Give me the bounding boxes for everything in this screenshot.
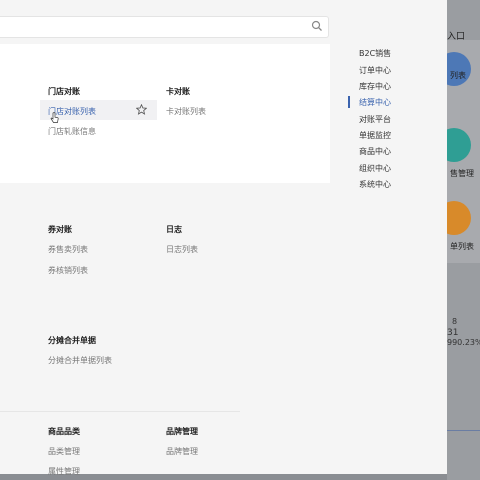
menu-item-coupon-redeem-list[interactable]: 券核销列表 bbox=[48, 265, 88, 276]
side-nav-order-center[interactable]: 订单中心 bbox=[359, 65, 391, 76]
background-stat-1: 8 bbox=[452, 317, 458, 326]
side-nav-product-center[interactable]: 商品中心 bbox=[359, 146, 391, 157]
menu-panel: 门店对账 门店对账列表 门店轧账信息 卡对账 卡对账列表 券对账 券售卖列表 券… bbox=[0, 0, 447, 477]
section-divider bbox=[0, 411, 240, 412]
background-stat-2: 31 bbox=[447, 328, 459, 338]
side-nav-org-center[interactable]: 组织中心 bbox=[359, 163, 391, 174]
background-chart-line bbox=[447, 430, 480, 431]
side-nav-system-center[interactable]: 系统中心 bbox=[359, 179, 391, 190]
search-icon[interactable] bbox=[311, 20, 323, 32]
menu-item-coupon-sale-list[interactable]: 券售卖列表 bbox=[48, 244, 88, 255]
group-title-store-recon: 门店对账 bbox=[48, 87, 80, 96]
background-label-2: 售管理 bbox=[450, 169, 474, 178]
search-input[interactable] bbox=[4, 19, 298, 39]
group-title-coupon-recon: 券对账 bbox=[48, 225, 72, 234]
menu-item-split-merge-list[interactable]: 分摊合并单据列表 bbox=[48, 355, 112, 366]
group-title-card-recon: 卡对账 bbox=[166, 87, 190, 96]
active-indicator bbox=[348, 96, 350, 108]
menu-item-attribute-mgmt[interactable]: 属性管理 bbox=[48, 466, 80, 477]
menu-item-log-list[interactable]: 日志列表 bbox=[166, 244, 198, 255]
hand-cursor-icon bbox=[50, 112, 59, 123]
search-bar bbox=[0, 16, 329, 39]
side-nav-b2c-sales[interactable]: B2C销售 bbox=[359, 48, 391, 59]
background-label-3: 单列表 bbox=[450, 242, 474, 251]
menu-item-category-mgmt[interactable]: 品类管理 bbox=[48, 446, 80, 457]
background-label-1: 列表 bbox=[450, 71, 466, 80]
group-title-brand-mgmt: 品牌管理 bbox=[166, 427, 198, 436]
group-title-log: 日志 bbox=[166, 225, 182, 234]
side-nav-inventory-center[interactable]: 库存中心 bbox=[359, 81, 391, 92]
side-nav-document-monitor[interactable]: 单据监控 bbox=[359, 130, 391, 141]
menu-item-brand-mgmt[interactable]: 品牌管理 bbox=[166, 446, 198, 457]
menu-item-store-settle-info[interactable]: 门店轧账信息 bbox=[48, 126, 96, 137]
menu-item-card-recon-list[interactable]: 卡对账列表 bbox=[166, 106, 206, 117]
background-stat-3: 990.23% bbox=[447, 338, 480, 347]
star-icon[interactable] bbox=[136, 104, 147, 115]
group-title-product-category: 商品品类 bbox=[48, 427, 80, 436]
side-nav-settlement-center[interactable]: 结算中心 bbox=[359, 97, 391, 108]
side-nav-recon-platform[interactable]: 对账平台 bbox=[359, 114, 391, 125]
group-title-split-merge: 分摊合并单据 bbox=[48, 336, 96, 345]
